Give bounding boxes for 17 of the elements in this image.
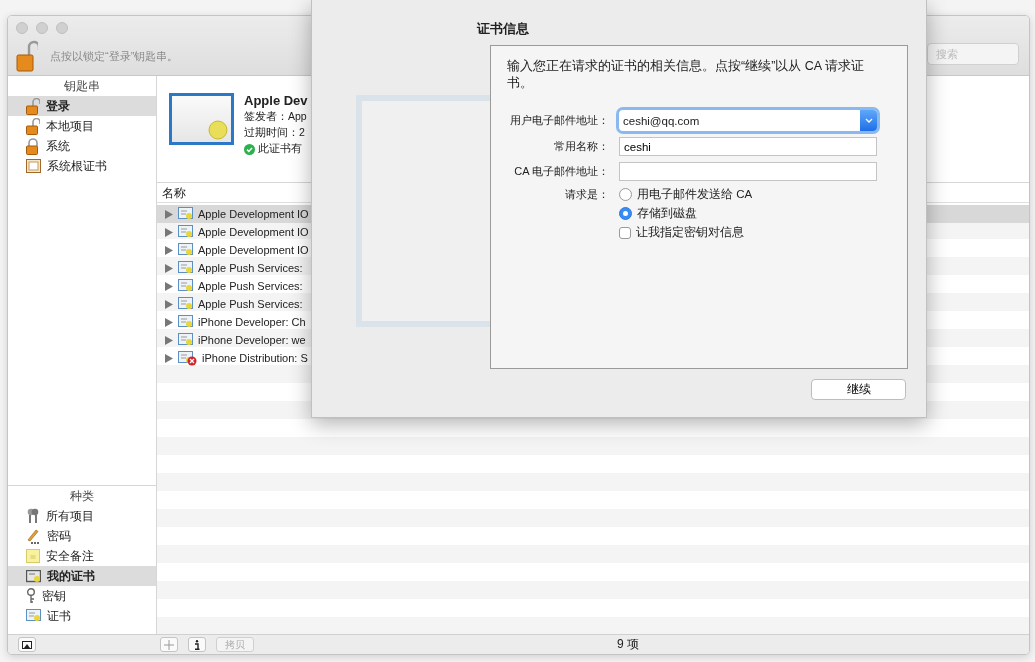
issuer-text: 签发者：App — [244, 110, 308, 124]
radio-label: 用电子邮件发送给 CA — [637, 187, 753, 202]
description-text: 输入您正在请求的证书的相关信息。点按“继续”以从 CA 请求证书。 — [507, 58, 865, 92]
status-text: 此证书有 — [258, 142, 302, 156]
field-label: CA 电子邮件地址： — [513, 164, 609, 179]
expiry-text: 过期时间：2 — [244, 126, 306, 140]
section-heading: 钥匙串 — [63, 79, 101, 94]
checkbox-label: 让我指定密钥对信息 — [636, 225, 744, 240]
item-count: 9 项 — [617, 636, 639, 653]
lock-message: 点按以锁定“登录”钥匙串。 — [50, 48, 179, 64]
field-label: 常用名称： — [553, 139, 609, 154]
sheet-title: 证书信息 — [477, 20, 530, 38]
field-label: 用户电子邮件地址： — [509, 113, 609, 128]
field-label: 请求是： — [564, 187, 609, 202]
section-heading: 种类 — [69, 489, 95, 504]
certificate-name: Apple Dev — [244, 93, 308, 108]
radio-label: 存储到磁盘 — [637, 206, 697, 221]
